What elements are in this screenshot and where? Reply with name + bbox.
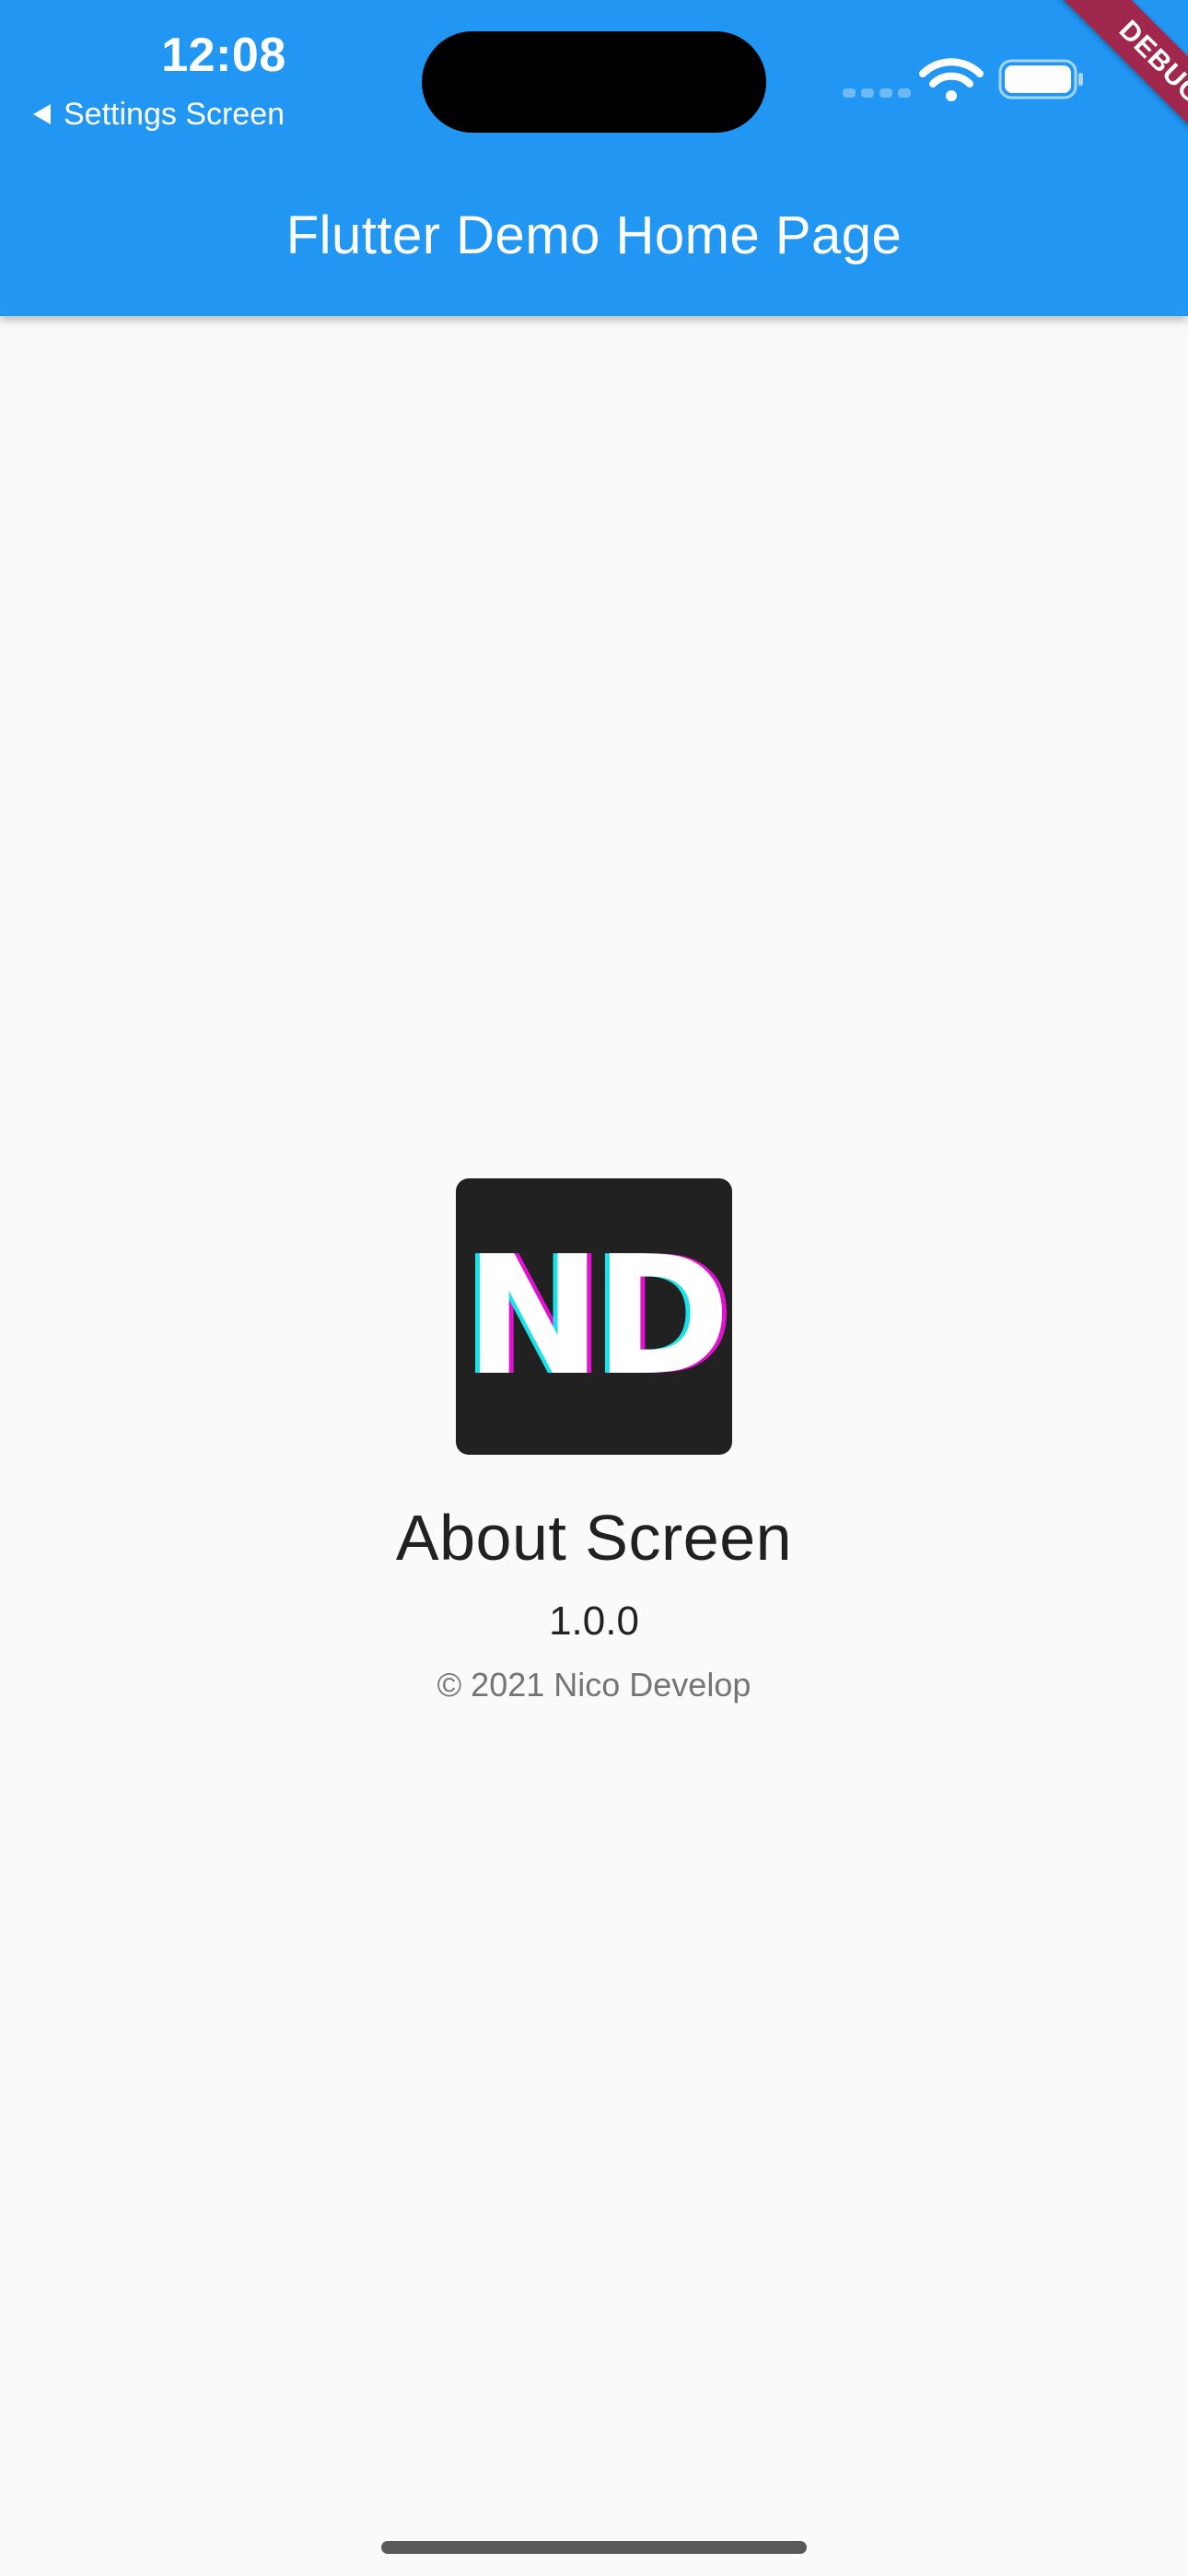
app-logo: ND	[456, 1178, 732, 1455]
back-arrow-icon	[33, 104, 51, 124]
status-time: 12:08	[161, 29, 286, 82]
back-to-app-link[interactable]: Settings Screen	[33, 96, 285, 133]
page-title: Flutter Demo Home Page	[285, 205, 903, 265]
wifi-icon	[919, 58, 984, 101]
back-to-app-label: Settings Screen	[64, 96, 285, 132]
signal-icon	[843, 88, 911, 98]
app-logo-text: ND	[464, 1221, 731, 1411]
app-version: 1.0.0	[549, 1598, 639, 1644]
dynamic-island	[422, 31, 766, 133]
app-copyright: © 2021 Nico Develop	[437, 1666, 751, 1704]
debug-banner: DEBUG	[1013, 0, 1188, 175]
home-indicator[interactable]	[381, 2541, 807, 2554]
app-name: About Screen	[395, 1502, 793, 1574]
app-bar: 12:08 Settings Screen Flutter Demo Home …	[0, 0, 1188, 316]
about-section: ND About Screen 1.0.0 © 2021 Nico Develo…	[0, 1178, 1188, 1705]
debug-banner-label: DEBUG	[1052, 0, 1188, 171]
